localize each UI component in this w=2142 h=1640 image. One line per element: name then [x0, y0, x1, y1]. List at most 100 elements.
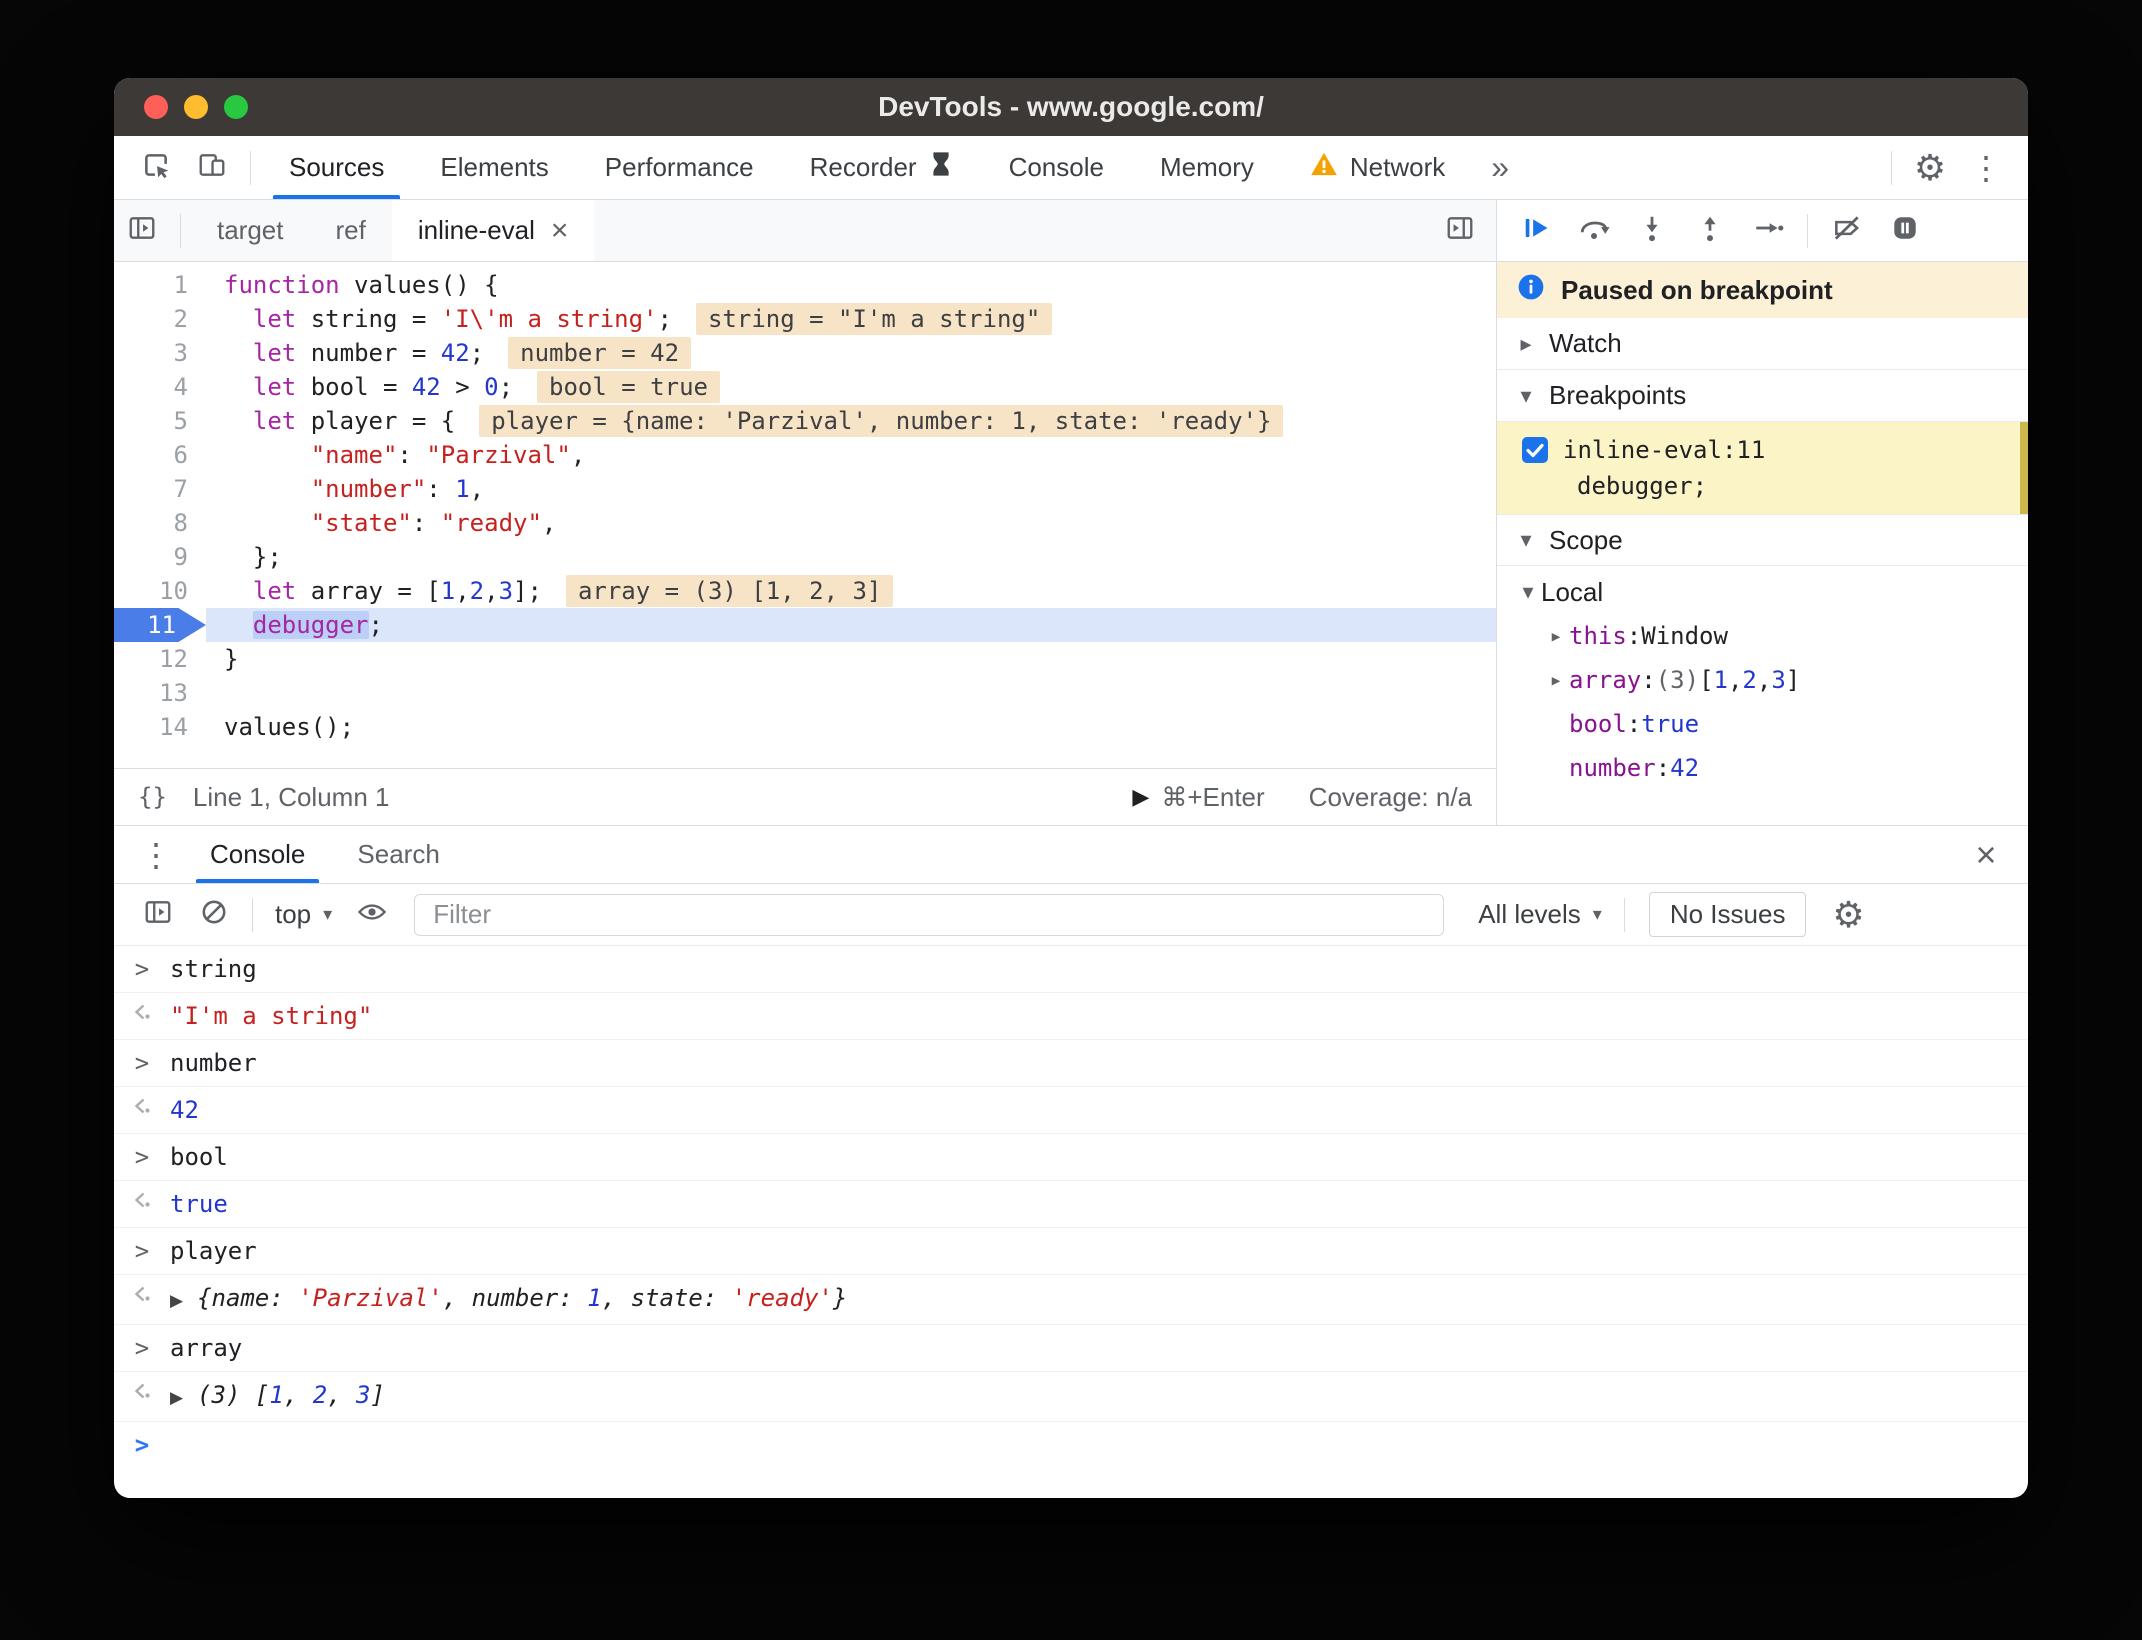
warning-icon [1310, 151, 1338, 184]
console-tab-console[interactable]: Console [184, 826, 331, 883]
code-line-text[interactable]: let number = 42; number = 42 [206, 336, 1496, 370]
code-token: 1 [440, 577, 456, 605]
breakpoint-row: inline-eval:11 [1521, 432, 2020, 468]
clear-console-button[interactable] [186, 889, 242, 941]
scope-group-local[interactable]: ▾ Local [1497, 570, 2028, 614]
code-line-text[interactable]: values(); [206, 710, 1496, 744]
scope-variable-array[interactable]: ▸ array: (3) [1, 2, 3] [1497, 658, 2028, 702]
zoom-window-button[interactable] [224, 95, 248, 119]
more-tabs-button[interactable]: » [1473, 149, 1527, 186]
deactivate-breakpoints-button[interactable] [1818, 206, 1876, 256]
main-tab-network[interactable]: Network [1282, 136, 1473, 199]
line-number[interactable]: 3 [114, 336, 206, 370]
line-number[interactable]: 1 [114, 268, 206, 302]
expand-icon[interactable]: ▸ [1543, 624, 1569, 649]
code-line: 7 "number": 1, [114, 472, 1496, 506]
breakpoint-checkbox[interactable] [1521, 436, 1549, 464]
filter-input[interactable] [414, 893, 1445, 936]
line-number[interactable]: 2 [114, 302, 206, 336]
line-number[interactable]: 6 [114, 438, 206, 472]
toggle-navigator-button[interactable] [114, 205, 170, 257]
code-token: 1 [1713, 666, 1728, 694]
settings-button[interactable]: ⚙ [1902, 142, 1958, 194]
code-line-text[interactable]: "number": 1, [206, 472, 1496, 506]
line-number[interactable]: 5 [114, 404, 206, 438]
main-tab-memory[interactable]: Memory [1132, 136, 1282, 199]
code-line-text[interactable]: "name": "Parzival", [206, 438, 1496, 472]
file-tab-ref[interactable]: ref [310, 200, 392, 261]
line-number[interactable]: 7 [114, 472, 206, 506]
main-tab-recorder[interactable]: Recorder [782, 136, 981, 199]
watch-section-header[interactable]: ▸ Watch [1497, 318, 2028, 370]
scope-variable-bool[interactable]: ▸bool: true [1497, 702, 2028, 746]
code-line-text[interactable]: "state": "ready", [206, 506, 1496, 540]
file-tab-inline-eval[interactable]: inline-eval × [391, 200, 595, 261]
main-tab-sources[interactable]: Sources [261, 136, 412, 199]
code-token: array = [ [296, 577, 441, 605]
line-number[interactable]: 9 [114, 540, 206, 574]
console-sidebar-button[interactable] [130, 889, 186, 941]
main-tab-performance[interactable]: Performance [577, 136, 782, 199]
device-toolbar-button[interactable] [184, 142, 240, 194]
console-settings-button[interactable]: ⚙ [1820, 889, 1876, 941]
code-editor[interactable]: 1 function values() {2 let string = 'I\'m… [114, 262, 1496, 768]
format-code-icon[interactable]: {} [138, 783, 167, 811]
line-number[interactable]: 12 [114, 642, 206, 676]
code-line-text[interactable]: debugger; [206, 608, 1496, 642]
breakpoint-entry[interactable]: inline-eval:11 debugger; [1497, 422, 2028, 514]
resume-script-button[interactable] [1507, 206, 1565, 256]
breakpoints-section-header[interactable]: ▾ Breakpoints [1497, 370, 2028, 422]
console-result-row: true [114, 1181, 2028, 1228]
code-line-text[interactable]: function values() { [206, 268, 1496, 302]
code-line: 1 function values() { [114, 268, 1496, 302]
code-line-text[interactable]: let array = [1,2,3]; array = (3) [1, 2, 3… [206, 574, 1496, 608]
line-number[interactable]: 8 [114, 506, 206, 540]
code-line-text[interactable] [206, 676, 1496, 710]
step-into-button[interactable] [1623, 206, 1681, 256]
main-tab-console[interactable]: Console [981, 136, 1132, 199]
scope-variable-number[interactable]: ▸number: 42 [1497, 746, 2028, 790]
minimize-window-button[interactable] [184, 95, 208, 119]
scope-variable-this[interactable]: ▸ this: Window [1497, 614, 2028, 658]
line-number[interactable]: 4 [114, 370, 206, 404]
console-menu-button[interactable]: ⋮ [128, 829, 184, 881]
code-line-text[interactable]: } [206, 642, 1496, 676]
code-line-text[interactable]: let string = 'I\'m a string'; string = "I… [206, 302, 1496, 336]
code-token: , [1727, 666, 1743, 694]
toggle-debugger-panel-button[interactable] [1432, 205, 1488, 257]
code-line-text[interactable]: let player = {player = {name: 'Parzival'… [206, 404, 1496, 438]
log-level-selector[interactable]: All levels ▾ [1466, 899, 1614, 930]
more-options-button[interactable]: ⋮ [1958, 142, 2014, 194]
step-over-button[interactable] [1565, 206, 1623, 256]
console-message-text: player [170, 1233, 257, 1269]
step-out-button[interactable] [1681, 206, 1739, 256]
expand-triangle-icon[interactable]: ▶ [170, 1283, 183, 1319]
devtools-window: DevTools - www.google.com/ Sources Elemen… [114, 78, 2028, 1498]
code-line-text[interactable]: }; [206, 540, 1496, 574]
code-line: 4 let bool = 42 > 0; bool = true [114, 370, 1496, 404]
context-selector[interactable]: top ▾ [263, 899, 344, 930]
console-prompt-row[interactable]: > [114, 1422, 2028, 1468]
input-chevron-icon: > [134, 1334, 150, 1362]
live-expression-button[interactable] [344, 889, 400, 941]
execution-line-number[interactable]: 11 [114, 608, 206, 642]
close-console-button[interactable]: × [1958, 829, 2014, 881]
line-number[interactable]: 13 [114, 676, 206, 710]
scope-section-header[interactable]: ▾ Scope [1497, 514, 2028, 566]
main-tab-elements[interactable]: Elements [412, 136, 576, 199]
issues-counter[interactable]: No Issues [1648, 892, 1807, 937]
close-window-button[interactable] [144, 95, 168, 119]
expand-icon[interactable]: ▸ [1543, 668, 1569, 693]
pause-on-exceptions-button[interactable] [1876, 206, 1934, 256]
inspect-button[interactable] [128, 142, 184, 194]
close-tab-icon[interactable]: × [551, 215, 569, 246]
file-tab-label: ref [335, 215, 366, 245]
file-tab-target[interactable]: target [191, 200, 310, 261]
console-input-row: > array [114, 1325, 2028, 1372]
code-line-text[interactable]: let bool = 42 > 0; bool = true [206, 370, 1496, 404]
expand-triangle-icon[interactable]: ▶ [170, 1380, 183, 1416]
console-tab-search[interactable]: Search [331, 826, 465, 883]
line-number[interactable]: 14 [114, 710, 206, 744]
line-number[interactable]: 10 [114, 574, 206, 608]
step-button[interactable] [1739, 206, 1797, 256]
